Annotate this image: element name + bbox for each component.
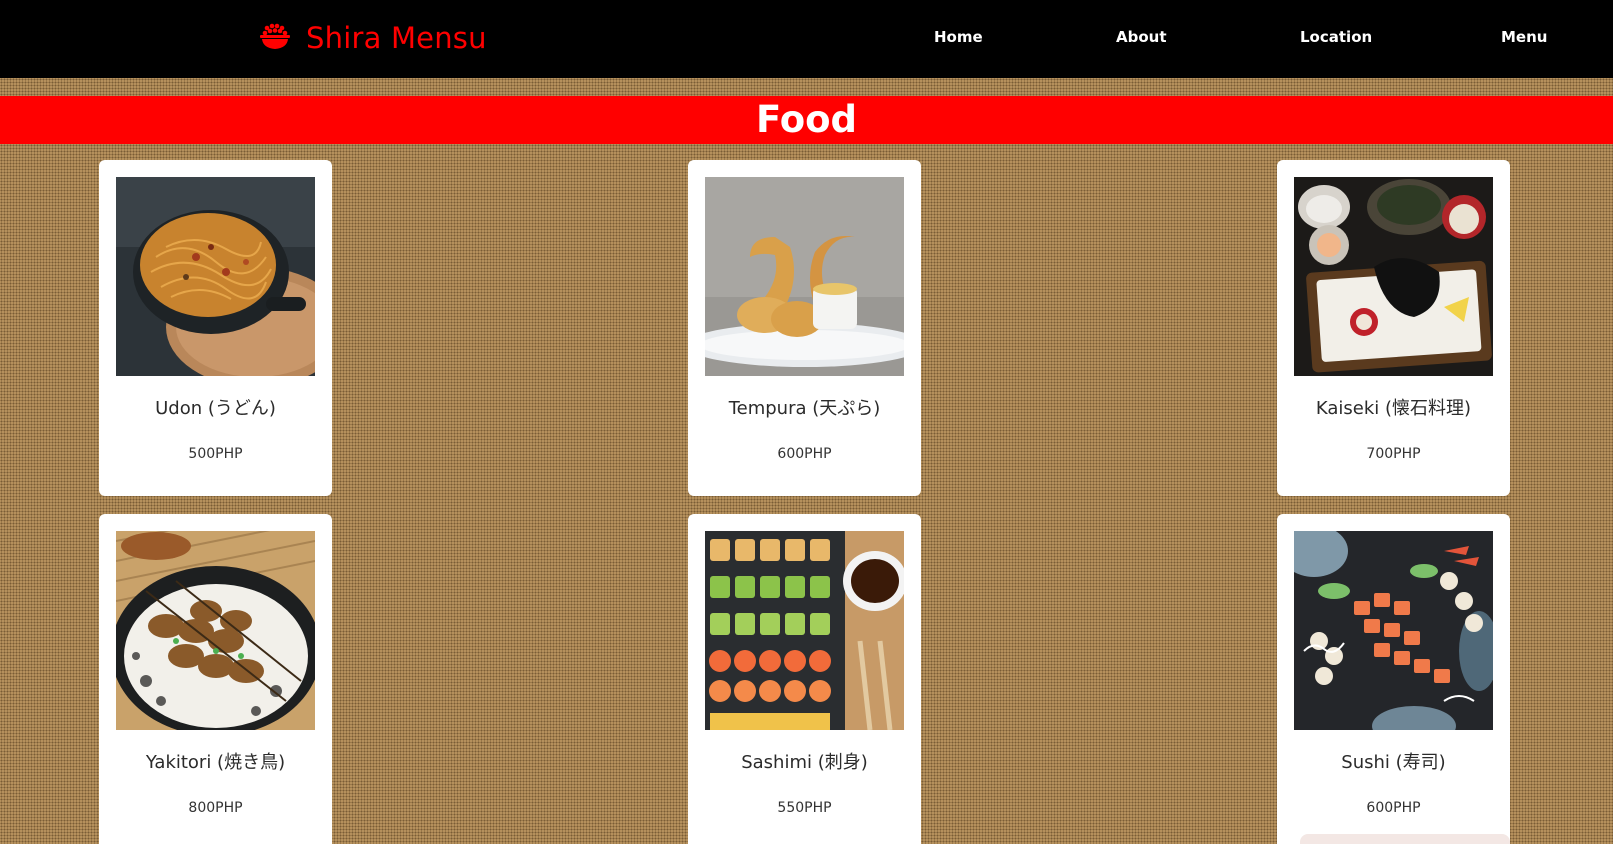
menu-card-sashimi[interactable]: Sashimi (刺身) 550PHP [688,514,921,844]
menu-item-name: Sashimi (刺身) [741,752,868,773]
menu-card-udon[interactable]: Udon (うどん) 500PHP [99,160,332,496]
udon-photo [116,177,315,376]
menu-card-kaiseki[interactable]: Kaiseki (懐石料理) 700PHP [1277,160,1510,496]
menu-item-price: 700PHP [1366,446,1421,462]
menu-item-price: 600PHP [1366,800,1421,816]
menu-item-name: Kaiseki (懐石料理) [1315,398,1472,419]
nav-about-link[interactable]: About [1116,25,1167,49]
menu-card-sushi[interactable]: Sushi (寿司) 600PHP [1277,514,1510,844]
menu-item-price: 600PHP [777,446,832,462]
kaiseki-photo [1294,177,1493,376]
menu-item-name: Tempura (天ぷら) [728,398,881,419]
menu-item-price: 550PHP [777,800,832,816]
section-band: Food [0,96,1613,144]
menu-item-price: 500PHP [188,446,243,462]
nav-menu-link[interactable]: Menu [1501,25,1547,49]
sushi-bowl-icon [258,21,292,55]
section-title: Food [755,98,858,141]
menu-item-price: 800PHP [188,800,243,816]
brand-name: Shira Mensu [306,21,487,55]
sashimi-photo [705,531,904,730]
menu-item-name: Udon (うどん) [155,398,276,419]
navbar: Shira Mensu Home About Location Menu [0,0,1613,78]
tempura-photo [705,177,904,376]
menu-card-yakitori[interactable]: Yakitori (焼き鳥) 800PHP [99,514,332,844]
card-shadow-peek [1300,834,1510,844]
nav-location-link[interactable]: Location [1300,25,1372,49]
nav-home-link[interactable]: Home [934,25,983,49]
yakitori-photo [116,531,315,730]
menu-item-name: Sushi (寿司) [1341,752,1446,773]
brand-link[interactable]: Shira Mensu [258,18,487,58]
sushi-photo [1294,531,1493,730]
menu-item-name: Yakitori (焼き鳥) [145,752,286,773]
menu-card-tempura[interactable]: Tempura (天ぷら) 600PHP [688,160,921,496]
